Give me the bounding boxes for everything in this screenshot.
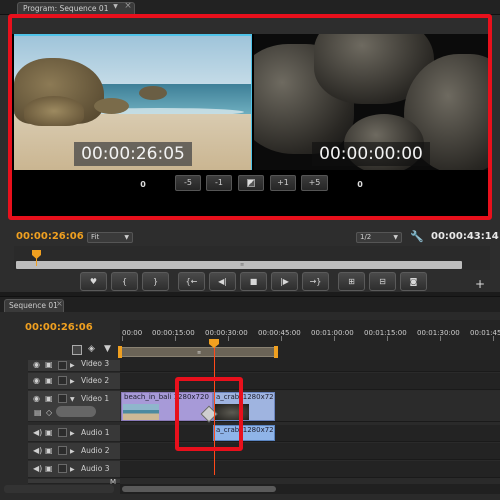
ruler-tick xyxy=(387,336,388,341)
track-name-video2: Video 2 xyxy=(81,376,110,385)
eye-icon[interactable]: ◉ xyxy=(33,361,43,369)
ruler-label: 00:00 xyxy=(122,329,143,337)
highlight-box-edit-point xyxy=(175,377,243,451)
mark-in-button[interactable]: { xyxy=(111,272,138,291)
track-gutter xyxy=(0,360,28,485)
track-name-audio3: Audio 3 xyxy=(81,464,110,473)
expand-triangle-icon[interactable]: ▶ xyxy=(70,448,75,455)
resolution-select[interactable]: 1/2 ▼ xyxy=(356,232,402,243)
chevron-down-icon: ▼ xyxy=(124,234,129,241)
lock-icon[interactable]: ▣ xyxy=(45,361,55,369)
button-editor-plus-icon[interactable]: + xyxy=(474,278,486,290)
track-lock-toggle[interactable] xyxy=(58,446,67,455)
ruler-label: 00:00:30:00 xyxy=(205,329,248,337)
sequence-duration: 00:00:43:14 xyxy=(431,231,499,242)
speaker-icon[interactable]: ◀) xyxy=(33,447,43,455)
lock-icon[interactable]: ▣ xyxy=(45,377,55,385)
timeline-tab-bar xyxy=(0,296,500,312)
ruler-label: 00:01:15:00 xyxy=(364,329,407,337)
track-header-scrollbar[interactable] xyxy=(4,485,114,493)
set-encore-marker-icon[interactable]: ◈ xyxy=(88,344,95,354)
ruler-label: 00:01:45:00 xyxy=(470,329,500,337)
ruler-tick xyxy=(440,336,441,341)
speaker-icon[interactable]: ◀) xyxy=(33,429,43,437)
expand-triangle-icon[interactable]: ▶ xyxy=(70,378,75,385)
export-frame-button[interactable]: ◙ xyxy=(400,272,427,291)
eye-icon[interactable]: ◉ xyxy=(33,395,43,403)
ruler-tick xyxy=(122,336,123,341)
zoom-level-value: Fit xyxy=(91,233,100,241)
work-area-end-handle[interactable] xyxy=(274,346,278,358)
close-icon[interactable]: × xyxy=(56,299,63,308)
track-row-audio3[interactable] xyxy=(120,461,500,478)
display-style-icon[interactable]: ▤ xyxy=(34,408,42,417)
track-name-audio2: Audio 2 xyxy=(81,446,110,455)
track-name-video3: Video 3 xyxy=(81,359,110,368)
work-area-start-handle[interactable] xyxy=(118,346,122,358)
chevron-down-icon: ▼ xyxy=(393,234,398,241)
track-lock-toggle[interactable] xyxy=(58,428,67,437)
monitor-current-time[interactable]: 00:00:26:06 xyxy=(16,231,84,242)
ruler-label: 00:00:15:00 xyxy=(152,329,195,337)
track-lock-toggle[interactable] xyxy=(58,394,67,403)
tab-sequence[interactable]: Sequence 01 xyxy=(4,299,64,312)
lock-icon[interactable]: ▣ xyxy=(45,465,55,473)
step-back-button[interactable]: ◀| xyxy=(209,272,236,291)
lock-icon[interactable]: ▣ xyxy=(45,447,55,455)
zoom-scrollbar[interactable] xyxy=(16,261,462,269)
stop-button[interactable]: ■ xyxy=(240,272,267,291)
go-to-in-button[interactable]: {← xyxy=(178,272,205,291)
tab-menu-icon[interactable]: ▼ xyxy=(110,2,121,11)
ruler-tick xyxy=(175,336,176,341)
work-area-grip-icon: ≡ xyxy=(197,350,202,356)
resolution-value: 1/2 xyxy=(360,233,372,241)
track-lock-toggle[interactable] xyxy=(58,361,67,370)
close-icon[interactable]: × xyxy=(123,1,133,11)
go-to-out-button[interactable]: →} xyxy=(302,272,329,291)
ruler-tick xyxy=(228,336,229,341)
timeline-current-time[interactable]: 00:00:26:06 xyxy=(25,322,93,333)
track-header-master[interactable] xyxy=(28,479,120,484)
keyframe-navigator[interactable] xyxy=(56,406,96,417)
extract-button[interactable]: ⊟ xyxy=(369,272,396,291)
add-marker-button[interactable]: ♥ xyxy=(80,272,107,291)
snap-icon[interactable] xyxy=(72,345,82,355)
ruler-tick xyxy=(334,336,335,341)
program-tab-label: Program: Sequence 01 xyxy=(23,4,109,13)
marker-icon[interactable]: ▼ xyxy=(104,344,111,354)
track-name-video1: Video 1 xyxy=(81,394,110,403)
zoom-level-select[interactable]: Fit ▼ xyxy=(87,232,133,243)
step-forward-button[interactable]: |▶ xyxy=(271,272,298,291)
eye-icon[interactable]: ◉ xyxy=(33,377,43,385)
ruler-label: 00:01:00:00 xyxy=(311,329,354,337)
ruler-tick xyxy=(281,336,282,341)
expand-triangle-icon[interactable]: ▶ xyxy=(70,430,75,437)
keyframe-icon[interactable]: ◇ xyxy=(46,408,52,417)
monitor-playhead-line xyxy=(36,258,37,266)
ruler-label: 00:00:45:00 xyxy=(258,329,301,337)
track-row-video3[interactable] xyxy=(120,360,500,372)
lift-button[interactable]: ⊞ xyxy=(338,272,365,291)
speaker-icon[interactable]: ◀) xyxy=(33,465,43,473)
scrollbar-grip-icon: ≡ xyxy=(240,262,245,268)
wrench-icon[interactable]: 🔧 xyxy=(410,230,424,243)
mark-out-button[interactable]: } xyxy=(142,272,169,291)
lock-icon[interactable]: ▣ xyxy=(45,395,55,403)
collapse-triangle-icon[interactable]: ▼ xyxy=(70,396,75,403)
highlight-box-monitor xyxy=(8,14,492,220)
track-lock-toggle[interactable] xyxy=(58,464,67,473)
sequence-tab-label: Sequence 01 xyxy=(9,301,58,310)
track-lock-toggle[interactable] xyxy=(58,376,67,385)
expand-triangle-icon[interactable]: ▶ xyxy=(70,466,75,473)
track-name-audio1: Audio 1 xyxy=(81,428,110,437)
clip-thumbnail xyxy=(123,404,159,420)
lock-icon[interactable]: ▣ xyxy=(45,429,55,437)
ruler-tick xyxy=(493,336,494,341)
expand-triangle-icon[interactable]: ▶ xyxy=(70,362,75,369)
timeline-scroll-thumb[interactable] xyxy=(122,486,276,492)
ruler-label: 00:01:30:00 xyxy=(417,329,460,337)
